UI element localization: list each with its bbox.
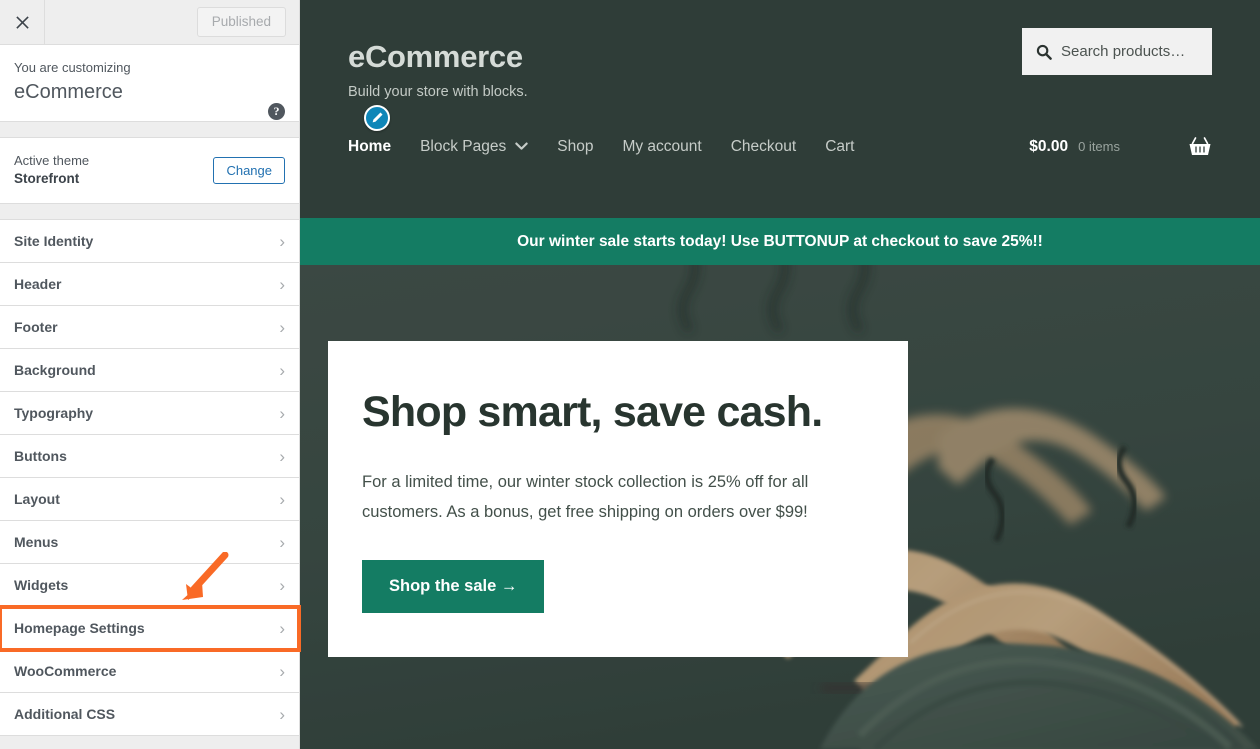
sidebar-spacer-mid xyxy=(0,204,299,220)
nav-item-my-account[interactable]: My account xyxy=(622,138,730,156)
customizer-info: You are customizing eCommerce ? xyxy=(0,45,299,123)
sidebar-item-label: Layout xyxy=(14,491,60,508)
site-header: eCommerce Build your store with blocks. xyxy=(300,0,1260,218)
pencil-edit-icon[interactable] xyxy=(364,104,390,131)
customizer-screen: Published You are customizing eCommerce … xyxy=(0,0,1260,749)
sidebar-item-label: Buttons xyxy=(14,448,67,465)
customizing-label: You are customizing xyxy=(14,60,131,75)
primary-navigation: Home Block Pages Shop My account Checkou… xyxy=(348,104,1212,158)
sidebar-item-label: WooCommerce xyxy=(14,663,117,680)
sidebar-bottom-fill xyxy=(0,736,299,749)
chevron-right-icon: › xyxy=(279,704,285,724)
sidebar-item-menus[interactable]: Menus › xyxy=(0,521,299,565)
sidebar-item-label: Site Identity xyxy=(14,233,94,250)
site-tagline: Build your store with blocks. xyxy=(348,84,528,101)
sidebar-item-header[interactable]: Header › xyxy=(0,263,299,307)
sidebar-item-label: Footer xyxy=(14,319,58,336)
chevron-right-icon: › xyxy=(279,532,285,552)
search-input[interactable] xyxy=(1061,43,1198,60)
sidebar-item-site-identity[interactable]: Site Identity › xyxy=(0,220,299,264)
promo-banner-text: Our winter sale starts today! Use BUTTON… xyxy=(517,232,1043,250)
chevron-right-icon: › xyxy=(279,661,285,681)
product-search[interactable] xyxy=(1022,28,1212,75)
nav-item-label: Shop xyxy=(557,137,594,155)
sidebar-item-buttons[interactable]: Buttons › xyxy=(0,435,299,479)
customizer-sidebar: Published You are customizing eCommerce … xyxy=(0,0,301,749)
site-header-top: eCommerce Build your store with blocks. xyxy=(348,28,1212,102)
nav-item-cart[interactable]: Cart xyxy=(825,138,883,156)
nav-item-label: Checkout xyxy=(730,137,797,155)
sidebar-item-label: Header xyxy=(14,276,62,293)
nav-item-shop[interactable]: Shop xyxy=(557,138,622,156)
search-icon xyxy=(1036,44,1052,60)
shop-the-sale-button[interactable]: Shop the sale → xyxy=(362,559,545,613)
cart-item-count: 0 items xyxy=(1078,139,1120,155)
sidebar-item-typography[interactable]: Typography › xyxy=(0,392,299,436)
sidebar-item-label: Typography xyxy=(14,405,94,422)
chevron-right-icon: › xyxy=(279,575,285,595)
nav-item-checkout[interactable]: Checkout xyxy=(731,138,825,156)
change-theme-button[interactable]: Change xyxy=(213,157,285,185)
sidebar-item-additional-css[interactable]: Additional CSS › xyxy=(0,693,299,737)
nav-item-label: Block Pages xyxy=(420,137,507,155)
publish-button[interactable]: Published xyxy=(196,7,286,37)
chevron-right-icon: › xyxy=(279,360,285,380)
chevron-right-icon: › xyxy=(279,446,285,466)
close-icon[interactable] xyxy=(0,0,45,44)
page-title: eCommerce xyxy=(14,81,123,104)
sidebar-item-widgets[interactable]: Widgets › xyxy=(0,564,299,608)
sidebar-spacer-top xyxy=(0,122,299,138)
nav-links: Home Block Pages Shop My account Checkou… xyxy=(348,138,884,156)
hero-section: GRACECHAPEL Shop smart, save cash. For a… xyxy=(300,265,1260,749)
active-theme-name: Storefront xyxy=(14,171,80,187)
nav-item-home[interactable]: Home xyxy=(348,138,420,156)
active-theme-text: Active theme Storefront xyxy=(14,152,89,189)
sidebar-item-woocommerce[interactable]: WooCommerce › xyxy=(0,650,299,694)
sidebar-item-label: Widgets xyxy=(14,577,69,594)
sidebar-item-label: Menus xyxy=(14,534,59,551)
hero-card: Shop smart, save cash. For a limited tim… xyxy=(328,341,908,657)
nav-item-label: Home xyxy=(348,137,392,155)
chevron-right-icon: › xyxy=(279,618,285,638)
customizer-panel-list: Site Identity › Header › Footer › Backgr… xyxy=(0,219,301,737)
sidebar-item-background[interactable]: Background › xyxy=(0,349,299,393)
site-title[interactable]: eCommerce xyxy=(348,39,528,74)
nav-item-label: Cart xyxy=(825,137,855,155)
site-branding: eCommerce Build your store with blocks. xyxy=(348,28,528,102)
sidebar-item-label: Additional CSS xyxy=(14,706,116,723)
chevron-down-icon xyxy=(515,142,528,151)
hero-body-text: For a limited time, our winter stock col… xyxy=(362,473,809,521)
nav-item-label: My account xyxy=(622,137,702,155)
hero-title: Shop smart, save cash. xyxy=(362,388,823,436)
active-theme-label: Active theme xyxy=(14,153,90,169)
chevron-right-icon: › xyxy=(279,231,285,251)
chevron-right-icon: › xyxy=(279,489,285,509)
chevron-right-icon: › xyxy=(279,274,285,294)
sidebar-item-label: Homepage Settings xyxy=(14,620,145,637)
sidebar-item-homepage-settings[interactable]: Homepage Settings › xyxy=(0,605,301,653)
chevron-right-icon: › xyxy=(279,403,285,423)
help-icon[interactable]: ? xyxy=(268,103,285,120)
cart-summary[interactable]: $0.00 0 items xyxy=(1029,136,1212,158)
customizer-topbar: Published xyxy=(0,0,299,45)
nav-item-block-pages[interactable]: Block Pages xyxy=(420,138,557,156)
active-theme-section: Active theme Storefront Change xyxy=(0,137,299,205)
site-preview: eCommerce Build your store with blocks. xyxy=(300,0,1260,749)
cart-amount: $0.00 xyxy=(1029,137,1069,155)
sidebar-item-layout[interactable]: Layout › xyxy=(0,478,299,522)
shopping-basket-icon[interactable] xyxy=(1188,136,1212,158)
sidebar-item-label: Background xyxy=(14,362,96,379)
promo-banner: Our winter sale starts today! Use BUTTON… xyxy=(300,218,1260,265)
chevron-right-icon: › xyxy=(279,317,285,337)
sidebar-item-footer[interactable]: Footer › xyxy=(0,306,299,350)
